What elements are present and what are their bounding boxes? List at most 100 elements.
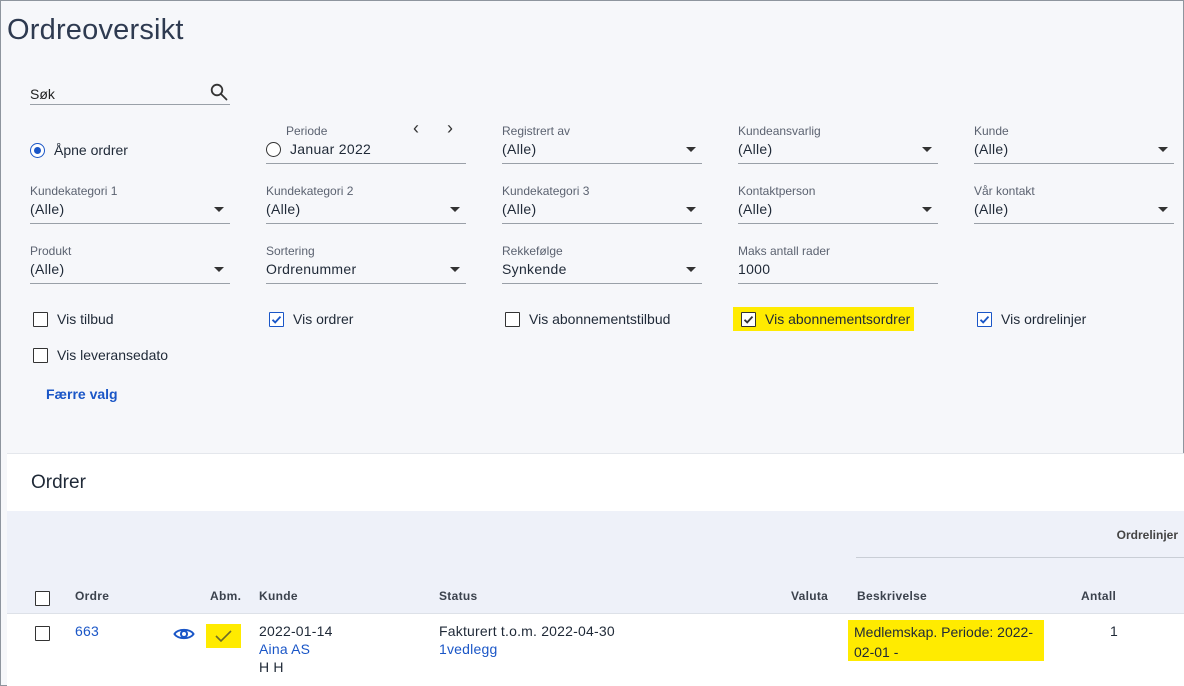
column-currency[interactable]: Valuta bbox=[791, 589, 828, 603]
order-quantity: 1 bbox=[1110, 623, 1118, 639]
contact-person-value: (Alle) bbox=[738, 201, 773, 217]
customer-label: Kunde bbox=[974, 124, 1009, 138]
eye-icon[interactable] bbox=[173, 626, 195, 642]
customer-link[interactable]: Aina AS bbox=[259, 641, 310, 657]
page-title: Ordreoversikt bbox=[7, 14, 184, 46]
open-orders-label: Åpne ordrer bbox=[54, 142, 128, 158]
max-rows-label: Maks antall rader bbox=[738, 244, 831, 258]
chevron-right-icon[interactable]: › bbox=[443, 119, 457, 137]
checkbox-box[interactable] bbox=[33, 347, 48, 363]
customer-select[interactable]: Kunde (Alle) bbox=[974, 124, 1174, 164]
contact-person-label: Kontaktperson bbox=[738, 184, 816, 198]
search-input[interactable]: Søk bbox=[30, 80, 230, 105]
orders-title: Ordrer bbox=[31, 472, 86, 493]
attachments-link[interactable]: 1vedlegg bbox=[439, 641, 497, 657]
column-quantity[interactable]: Antall bbox=[1081, 589, 1116, 603]
show-order-lines-label: Vis ordrelinjer bbox=[1001, 311, 1087, 327]
max-rows-input[interactable]: Maks antall rader 1000 bbox=[738, 244, 938, 284]
show-delivery-date-checkbox[interactable]: Vis leveransedato bbox=[33, 343, 168, 367]
customer-category-2-select[interactable]: Kundekategori 2 (Alle) bbox=[266, 184, 466, 224]
search-icon[interactable] bbox=[210, 83, 228, 101]
check-icon bbox=[215, 630, 232, 643]
show-delivery-date-label: Vis leveransedato bbox=[57, 347, 169, 363]
period-radio[interactable] bbox=[266, 142, 281, 157]
divider bbox=[856, 557, 1184, 558]
row-checkbox[interactable] bbox=[35, 626, 50, 641]
our-contact-value: (Alle) bbox=[974, 201, 1009, 217]
contact-person-select[interactable]: Kontaktperson (Alle) bbox=[738, 184, 938, 224]
caret-down-icon bbox=[1158, 207, 1168, 212]
checkbox-box[interactable] bbox=[741, 311, 756, 327]
registered-by-value: (Alle) bbox=[502, 141, 537, 157]
column-description[interactable]: Beskrivelse bbox=[857, 589, 927, 603]
caret-down-icon bbox=[450, 207, 460, 212]
open-orders-radio[interactable] bbox=[30, 143, 45, 158]
show-quotes-checkbox[interactable]: Vis tilbud bbox=[33, 307, 114, 331]
column-order[interactable]: Ordre bbox=[75, 589, 109, 603]
customer-category-2-label: Kundekategori 2 bbox=[266, 184, 354, 198]
order-date: 2022-01-14 bbox=[259, 623, 333, 639]
customer-manager-label: Kundeansvarlig bbox=[738, 124, 821, 138]
customer-category-3-value: (Alle) bbox=[502, 201, 537, 217]
checkbox-box[interactable] bbox=[269, 311, 284, 327]
order-direction-value: Synkende bbox=[502, 261, 567, 277]
show-order-lines-checkbox[interactable]: Vis ordrelinjer bbox=[977, 307, 1086, 331]
order-direction-label: Rekkefølge bbox=[502, 244, 563, 258]
checkbox-box[interactable] bbox=[33, 311, 48, 327]
subscription-indicator bbox=[206, 624, 241, 648]
order-lines-group-header: Ordrelinjer bbox=[1116, 528, 1178, 542]
column-customer[interactable]: Kunde bbox=[259, 589, 298, 603]
customer-category-3-label: Kundekategori 3 bbox=[502, 184, 590, 198]
product-label: Produkt bbox=[30, 244, 72, 258]
registered-by-select[interactable]: Registrert av (Alle) bbox=[502, 124, 702, 164]
caret-down-icon bbox=[214, 267, 224, 272]
search-label: Søk bbox=[30, 86, 55, 102]
registered-by-label: Registrert av bbox=[502, 124, 571, 138]
show-subscription-quotes-checkbox[interactable]: Vis abonnementstilbud bbox=[505, 307, 670, 331]
order-direction-select[interactable]: Rekkefølge Synkende bbox=[502, 244, 702, 284]
table-header: Ordrelinjer Ordre Abm. Kunde Status Valu… bbox=[7, 511, 1184, 614]
sorting-select[interactable]: Sortering Ordrenummer bbox=[266, 244, 466, 284]
show-quotes-label: Vis tilbud bbox=[57, 311, 114, 327]
customer-category-1-select[interactable]: Kundekategori 1 (Alle) bbox=[30, 184, 230, 224]
caret-down-icon bbox=[922, 147, 932, 152]
caret-down-icon bbox=[922, 207, 932, 212]
customer-category-3-select[interactable]: Kundekategori 3 (Alle) bbox=[502, 184, 702, 224]
order-number-link[interactable]: 663 bbox=[75, 623, 99, 639]
max-rows-value: 1000 bbox=[738, 261, 771, 277]
period-value: Januar 2022 bbox=[290, 141, 372, 157]
check-icon bbox=[743, 315, 754, 324]
select-all-checkbox[interactable] bbox=[35, 591, 50, 606]
sorting-label: Sortering bbox=[266, 244, 315, 258]
column-status[interactable]: Status bbox=[439, 589, 477, 603]
caret-down-icon bbox=[450, 267, 460, 272]
customer-contact: H H bbox=[259, 659, 284, 675]
caret-down-icon bbox=[1158, 147, 1168, 152]
order-description: Medlemskap. Periode: 2022-02-01 - bbox=[848, 620, 1044, 661]
product-select[interactable]: Produkt (Alle) bbox=[30, 244, 230, 284]
customer-manager-select[interactable]: Kundeansvarlig (Alle) bbox=[738, 124, 938, 164]
checkbox-box[interactable] bbox=[977, 311, 992, 327]
caret-down-icon bbox=[686, 147, 696, 152]
checkbox-box[interactable] bbox=[505, 311, 520, 327]
caret-down-icon bbox=[686, 207, 696, 212]
customer-category-1-label: Kundekategori 1 bbox=[30, 184, 118, 198]
fewer-options-button[interactable]: Færre valg bbox=[46, 386, 118, 402]
product-value: (Alle) bbox=[30, 261, 65, 277]
period-label: Periode bbox=[286, 124, 328, 138]
caret-down-icon bbox=[214, 207, 224, 212]
show-subscription-orders-checkbox[interactable]: Vis abonnementsordrer bbox=[733, 307, 915, 331]
customer-value: (Alle) bbox=[974, 141, 1009, 157]
column-abm[interactable]: Abm. bbox=[210, 589, 241, 603]
our-contact-select[interactable]: Vår kontakt (Alle) bbox=[974, 184, 1174, 224]
order-status: Fakturert t.o.m. 2022-04-30 bbox=[439, 623, 615, 639]
period-field[interactable]: Periode Januar 2022 bbox=[266, 124, 466, 164]
customer-manager-value: (Alle) bbox=[738, 141, 773, 157]
check-icon bbox=[271, 315, 282, 324]
show-orders-checkbox[interactable]: Vis ordrer bbox=[269, 307, 353, 331]
caret-down-icon bbox=[686, 267, 696, 272]
show-subscription-quotes-label: Vis abonnementstilbud bbox=[529, 311, 671, 327]
customer-category-1-value: (Alle) bbox=[30, 201, 65, 217]
show-orders-label: Vis ordrer bbox=[293, 311, 354, 327]
chevron-left-icon[interactable]: ‹ bbox=[409, 119, 423, 137]
